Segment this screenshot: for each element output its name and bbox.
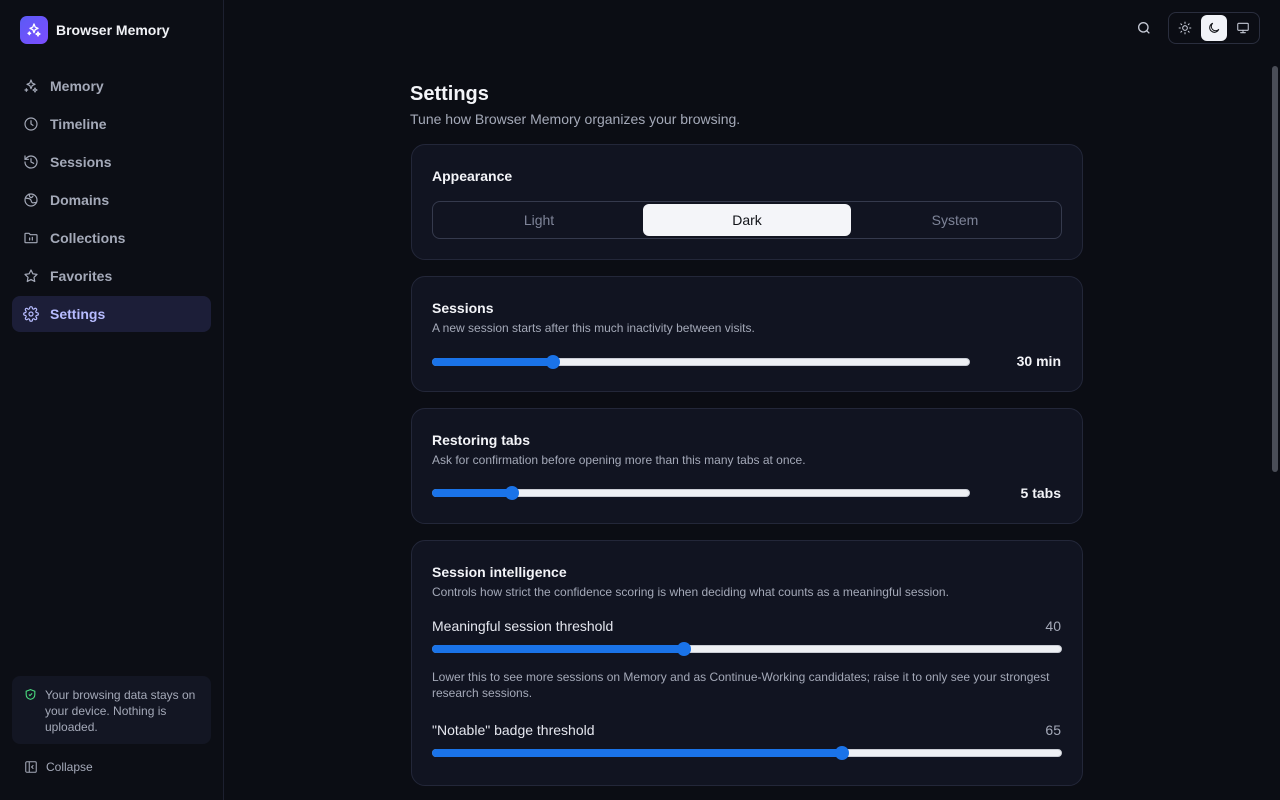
search-icon <box>1138 22 1150 34</box>
notable-threshold-label: "Notable" badge threshold <box>432 722 595 738</box>
sidebar-item-memory[interactable]: Memory <box>12 68 211 104</box>
clock-icon <box>24 117 38 131</box>
sidebar-item-settings[interactable]: Settings <box>12 296 211 332</box>
meaningful-threshold-help: Lower this to see more sessions on Memor… <box>432 670 1050 700</box>
history-icon <box>24 155 38 169</box>
theme-switcher <box>1168 12 1260 44</box>
star-icon <box>24 269 38 283</box>
page-title: Settings <box>410 83 489 105</box>
sidebar-item-label: Settings <box>50 306 106 322</box>
appearance-segmented-control: Light Dark System <box>432 201 1062 239</box>
privacy-notice: Your browsing data stays on your device.… <box>12 676 211 744</box>
app-name: Browser Memory <box>56 22 170 38</box>
appearance-system-option[interactable]: System <box>851 204 1059 236</box>
meaningful-threshold-slider[interactable] <box>432 641 1062 657</box>
card-description: Ask for confirmation before opening more… <box>432 453 806 467</box>
sparkles-icon <box>24 79 38 93</box>
collapse-label: Collapse <box>46 760 93 774</box>
page-subtitle: Tune how Browser Memory organizes your b… <box>410 111 741 127</box>
search-button[interactable] <box>1134 18 1154 38</box>
restoring-tabs-card: Restoring tabs Ask for confirmation befo… <box>411 408 1083 524</box>
globe-icon <box>24 193 38 207</box>
card-title: Session intelligence <box>432 564 567 580</box>
sessions-card: Sessions A new session starts after this… <box>411 276 1083 392</box>
meaningful-threshold-value: 40 <box>1045 618 1061 634</box>
slider-fill <box>432 489 512 497</box>
meaningful-threshold-label: Meaningful session threshold <box>432 618 614 634</box>
slider-thumb[interactable] <box>546 355 561 369</box>
privacy-text: Your browsing data stays on your device.… <box>45 688 196 734</box>
sidebar-item-label: Collections <box>50 230 126 246</box>
session-timeout-value: 30 min <box>1016 353 1061 369</box>
moon-icon <box>1209 22 1220 33</box>
sidebar-item-label: Memory <box>50 78 104 94</box>
page-scrollbar[interactable] <box>1270 64 1280 800</box>
sidebar-collapse-icon <box>25 761 37 773</box>
sidebar-item-label: Timeline <box>50 116 107 132</box>
slider-thumb[interactable] <box>504 486 519 500</box>
brand[interactable]: Browser Memory <box>20 16 170 44</box>
sidebar-item-label: Sessions <box>50 154 112 170</box>
tab-limit-slider[interactable] <box>432 485 970 501</box>
sidebar-item-label: Favorites <box>50 268 113 284</box>
slider-thumb[interactable] <box>677 642 691 656</box>
collapse-button[interactable]: Collapse <box>24 760 93 774</box>
session-timeout-slider[interactable] <box>432 354 970 370</box>
notable-threshold-slider[interactable] <box>432 745 1062 761</box>
sidebar: Browser Memory Memory Timeline Sessions … <box>0 0 224 800</box>
sun-icon <box>1178 21 1192 35</box>
sidebar-item-sessions[interactable]: Sessions <box>12 144 211 180</box>
monitor-icon <box>1236 22 1249 34</box>
session-intelligence-card: Session intelligence Controls how strict… <box>411 540 1083 786</box>
card-title: Appearance <box>432 168 513 184</box>
sidebar-nav: Memory Timeline Sessions Domains Collect… <box>12 68 211 334</box>
slider-fill <box>432 645 684 653</box>
notable-threshold-value: 65 <box>1045 722 1061 738</box>
sparkles-logo-icon <box>20 16 48 44</box>
sidebar-item-collections[interactable]: Collections <box>12 220 211 256</box>
card-title: Restoring tabs <box>432 432 531 448</box>
appearance-light-option[interactable]: Light <box>435 204 643 236</box>
sidebar-item-timeline[interactable]: Timeline <box>12 106 211 142</box>
theme-dark-button[interactable] <box>1200 15 1228 41</box>
slider-fill <box>432 358 554 366</box>
sidebar-item-favorites[interactable]: Favorites <box>12 258 211 294</box>
shield-check-icon <box>25 689 36 700</box>
scrollbar-thumb[interactable] <box>1272 66 1278 472</box>
card-title: Sessions <box>432 300 494 316</box>
theme-light-button[interactable] <box>1172 15 1199 41</box>
tab-limit-value: 5 tabs <box>1020 485 1061 501</box>
card-description: Controls how strict the confidence scori… <box>432 585 949 599</box>
folder-icon <box>24 232 38 244</box>
appearance-card: Appearance Light Dark System <box>411 144 1083 260</box>
appearance-dark-option[interactable]: Dark <box>643 204 851 236</box>
theme-system-button[interactable] <box>1229 15 1256 41</box>
sidebar-item-domains[interactable]: Domains <box>12 182 211 218</box>
gear-icon <box>23 306 39 322</box>
card-description: A new session starts after this much ina… <box>432 321 755 335</box>
sidebar-item-label: Domains <box>50 192 110 208</box>
slider-fill <box>432 749 842 757</box>
slider-thumb[interactable] <box>834 746 849 760</box>
